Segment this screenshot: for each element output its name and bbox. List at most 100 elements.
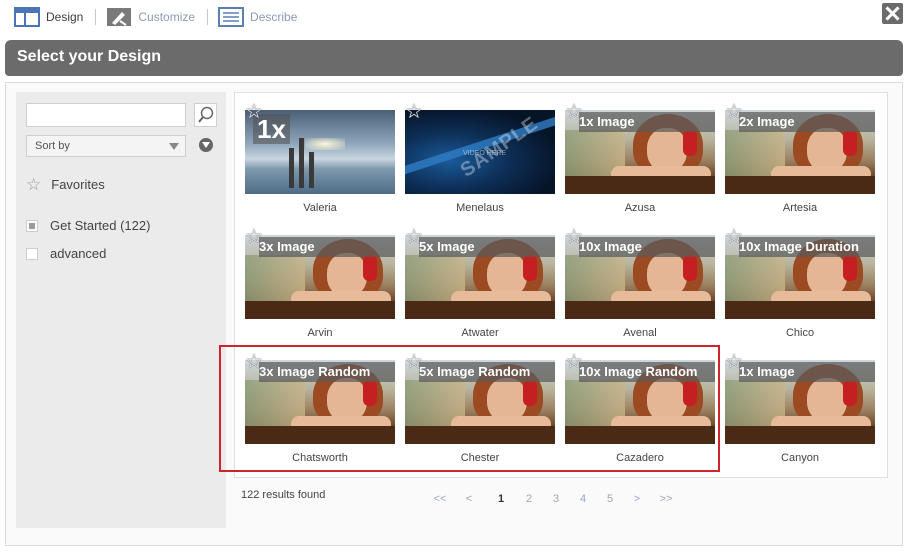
design-thumbnail[interactable]: 10x Image Random xyxy=(565,360,715,444)
design-tile-avenal[interactable]: 10x Image ☆ Avenal xyxy=(565,227,715,341)
customize-tools-icon xyxy=(106,7,132,27)
favorite-star-icon[interactable]: ☆ xyxy=(725,102,743,122)
page-3[interactable]: 3 xyxy=(549,493,563,505)
page-last[interactable]: >> xyxy=(658,493,674,505)
design-thumbnail[interactable]: 10x Image Duration xyxy=(725,235,875,319)
tile-overlay-label: 1x Image xyxy=(739,362,875,382)
chevron-down-icon xyxy=(169,143,179,150)
page-title: Select your Design xyxy=(17,48,162,65)
favorite-star-icon[interactable]: ☆ xyxy=(565,102,583,122)
favorite-star-icon[interactable]: ☆ xyxy=(245,352,263,372)
filter-checkbox[interactable] xyxy=(26,247,38,260)
tile-name: Azusa xyxy=(624,202,656,214)
design-grid: 1x ☆ Valeria SAMPLE VIDEO HERE ☆ Menelau… xyxy=(234,92,888,478)
favorite-star-icon[interactable]: ☆ xyxy=(565,352,583,372)
video-here-watermark: VIDEO HERE xyxy=(463,150,507,157)
tile-name: Cazadero xyxy=(616,452,664,464)
search-button[interactable] xyxy=(194,103,217,127)
step-divider xyxy=(95,9,97,25)
filter-get-started[interactable]: Get Started (122) xyxy=(26,218,150,233)
tile-name: Chester xyxy=(460,452,500,464)
filter-label: advanced xyxy=(50,246,107,261)
design-tile-chester[interactable]: 5x Image Random ☆ Chester xyxy=(405,352,555,466)
step-describe[interactable]: Describe xyxy=(218,6,297,28)
tile-overlay-label: 10x Image xyxy=(579,237,715,257)
page-prev[interactable]: < xyxy=(462,493,476,505)
favorites-filter[interactable]: ☆ Favorites xyxy=(26,176,105,193)
page-5[interactable]: 5 xyxy=(603,493,617,505)
tile-name: Avenal xyxy=(623,327,657,339)
design-tile-azusa[interactable]: 1x Image ☆ Azusa xyxy=(565,102,715,216)
design-tile-atwater[interactable]: 5x Image ☆ Atwater xyxy=(405,227,555,341)
design-tile-cazadero[interactable]: 10x Image Random ☆ Cazadero xyxy=(565,352,715,466)
favorite-star-icon[interactable]: ☆ xyxy=(725,227,743,247)
design-thumbnail[interactable]: 3x Image xyxy=(245,235,395,319)
tile-overlay-label: 3x Image xyxy=(259,237,395,257)
design-thumbnail[interactable]: 1x Image xyxy=(565,110,715,194)
page-1[interactable]: 1 xyxy=(494,493,508,505)
tile-overlay-label: 5x Image xyxy=(419,237,555,257)
design-tile-menelaus[interactable]: SAMPLE VIDEO HERE ☆ Menelaus xyxy=(405,102,555,216)
close-icon[interactable] xyxy=(882,3,903,24)
tile-name: Canyon xyxy=(781,452,819,464)
favorite-star-icon[interactable]: ☆ xyxy=(245,227,263,247)
step-label: Describe xyxy=(250,10,298,24)
page-2[interactable]: 2 xyxy=(522,493,536,505)
favorite-star-icon[interactable]: ☆ xyxy=(405,102,423,122)
design-thumbnail[interactable]: SAMPLE VIDEO HERE xyxy=(405,110,555,194)
sort-direction-icon[interactable] xyxy=(199,138,213,152)
tile-overlay-label: 5x Image Random xyxy=(419,362,555,382)
favorite-star-icon[interactable]: ☆ xyxy=(405,227,423,247)
describe-document-icon xyxy=(218,7,245,27)
tile-overlay-label: 10x Image Duration xyxy=(739,237,875,257)
design-thumbnail[interactable]: 1x xyxy=(245,110,395,194)
filter-sidebar: Sort by ☆ Favorites Get Started (122) ad… xyxy=(16,92,226,528)
favorite-star-icon[interactable]: ☆ xyxy=(245,102,263,122)
wizard-steps: Design Customize Describe xyxy=(14,6,297,28)
design-thumbnail[interactable]: 5x Image Random xyxy=(405,360,555,444)
star-icon: ☆ xyxy=(26,175,42,194)
filter-checkbox[interactable] xyxy=(26,219,38,232)
tile-overlay-label: 2x Image xyxy=(739,112,875,132)
favorite-star-icon[interactable]: ☆ xyxy=(565,227,583,247)
tile-overlay-label: 1x Image xyxy=(579,112,715,132)
filter-label: Get Started (122) xyxy=(50,218,151,233)
title-bar: Select your Design xyxy=(5,40,903,76)
step-customize[interactable]: Customize xyxy=(106,6,195,28)
tile-name: Menelaus xyxy=(456,202,504,214)
favorite-star-icon[interactable]: ☆ xyxy=(405,352,423,372)
step-design[interactable]: Design xyxy=(14,6,83,28)
page-4[interactable]: 4 xyxy=(576,493,590,505)
design-thumbnail[interactable]: 2x Image xyxy=(725,110,875,194)
design-tile-valeria[interactable]: 1x ☆ Valeria xyxy=(245,102,395,216)
page-next[interactable]: > xyxy=(630,493,644,505)
tile-overlay-label: 3x Image Random xyxy=(259,362,395,382)
tile-name: Valeria xyxy=(303,202,337,214)
step-divider xyxy=(207,9,209,25)
tile-overlay-label: 10x Image Random xyxy=(579,362,715,382)
pagination: << < 1 2 3 4 5 > >> xyxy=(432,493,674,505)
tile-name: Arvin xyxy=(307,327,333,339)
page-first[interactable]: << xyxy=(432,493,448,505)
favorites-label: Favorites xyxy=(51,177,105,192)
design-tile-artesia[interactable]: 2x Image ☆ Artesia xyxy=(725,102,875,216)
design-tile-canyon[interactable]: 1x Image ☆ Canyon xyxy=(725,352,875,466)
design-thumbnail[interactable]: 3x Image Random xyxy=(245,360,395,444)
design-thumbnail-selected[interactable]: 1x Image xyxy=(725,360,875,444)
step-label: Design xyxy=(46,10,84,24)
design-thumbnail[interactable]: 5x Image xyxy=(405,235,555,319)
design-tile-chatsworth[interactable]: 3x Image Random ☆ Chatsworth xyxy=(245,352,395,466)
favorite-star-icon[interactable]: ☆ xyxy=(725,352,743,372)
tile-name: Atwater xyxy=(461,327,499,339)
design-tile-chico[interactable]: 10x Image Duration ☆ Chico xyxy=(725,227,875,341)
filter-advanced[interactable]: advanced xyxy=(26,246,106,261)
blue-abstract-image: SAMPLE VIDEO HERE xyxy=(405,110,555,194)
tile-name: Artesia xyxy=(782,202,818,214)
design-layout-icon xyxy=(14,7,40,27)
tile-name: Chatsworth xyxy=(292,452,348,464)
design-thumbnail[interactable]: 10x Image xyxy=(565,235,715,319)
sort-select[interactable]: Sort by xyxy=(26,135,186,157)
search-input[interactable] xyxy=(26,103,186,127)
tile-name: Chico xyxy=(785,327,815,339)
design-tile-arvin[interactable]: 3x Image ☆ Arvin xyxy=(245,227,395,341)
